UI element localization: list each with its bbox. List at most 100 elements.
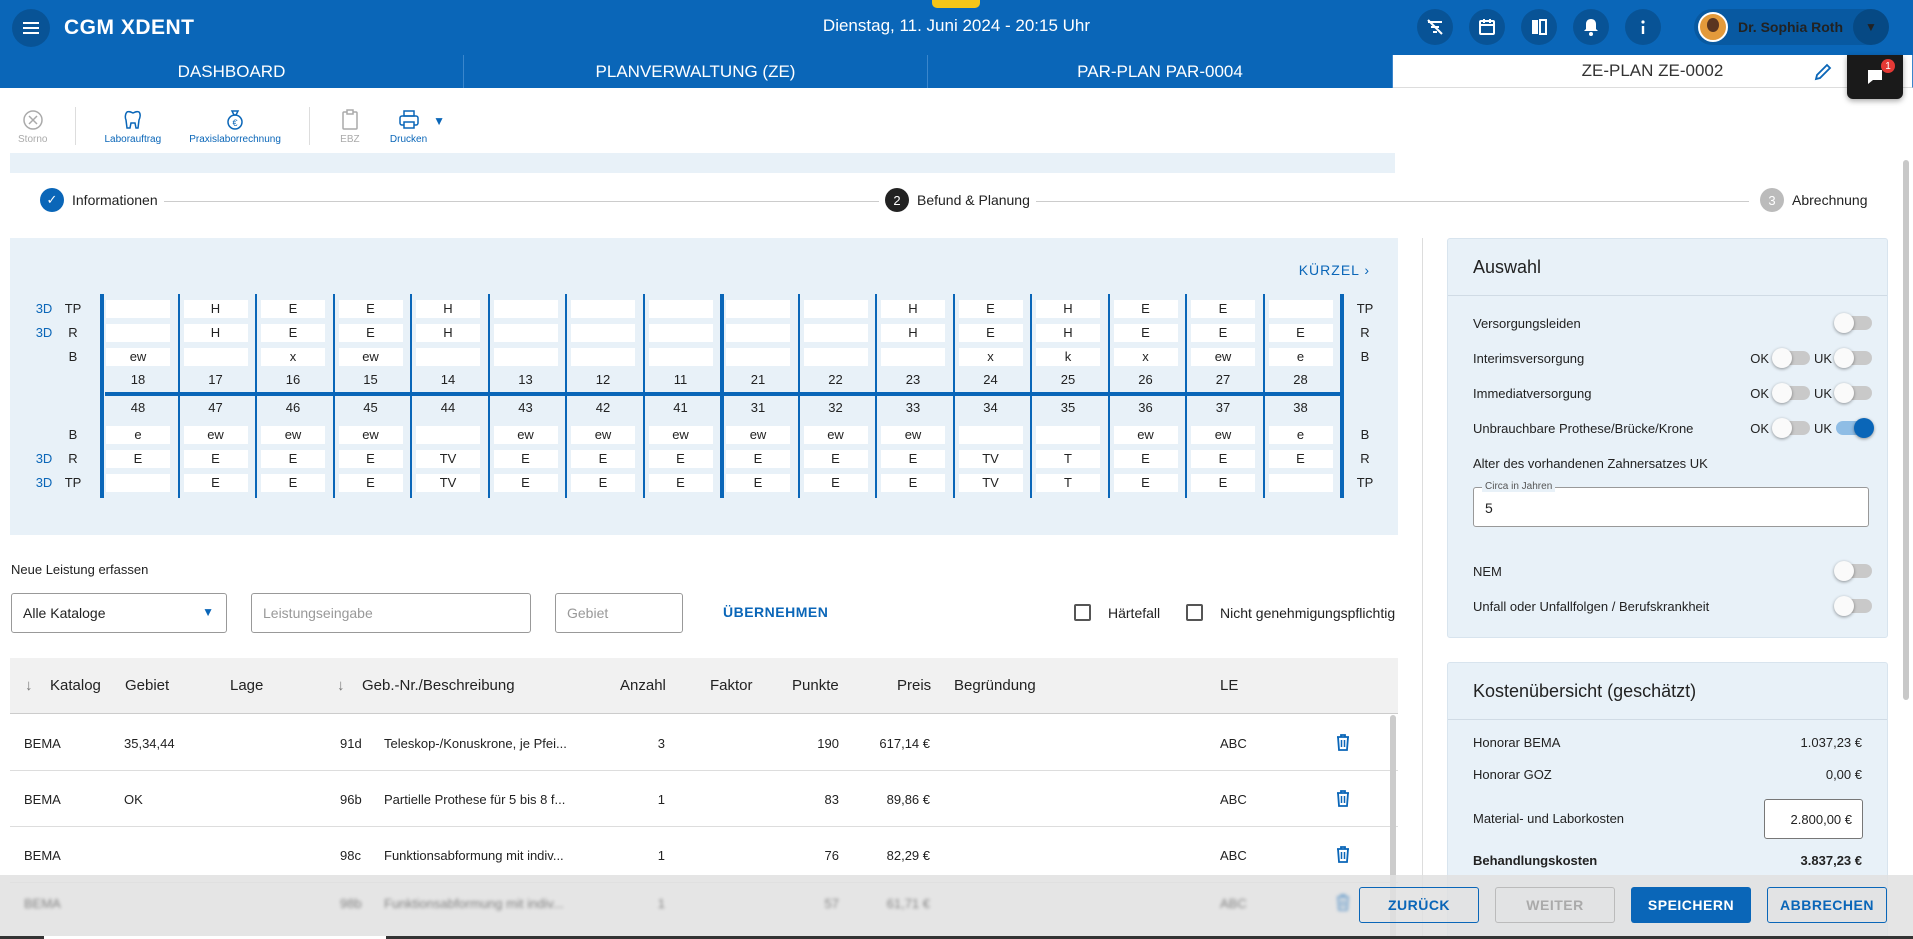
- tooth-cell[interactable]: [958, 426, 1023, 444]
- menu-button[interactable]: [12, 8, 50, 47]
- col-anzahl[interactable]: Anzahl: [620, 677, 666, 694]
- immediat-ok-toggle[interactable]: [1772, 383, 1810, 403]
- drucken-button[interactable]: Drucken: [390, 108, 427, 145]
- circa-jahre-field[interactable]: Circa in Jahren 5: [1473, 481, 1869, 527]
- delete-icon[interactable]: [1333, 892, 1353, 912]
- tooth-cell[interactable]: ew: [1191, 426, 1255, 444]
- step-befund-planung[interactable]: 2 Befund & Planung: [879, 188, 1036, 212]
- tooth-cell[interactable]: E: [571, 450, 635, 468]
- tooth-cell[interactable]: ew: [803, 426, 868, 444]
- tooth-number[interactable]: 36: [1114, 400, 1178, 415]
- tooth-cell[interactable]: E: [803, 474, 868, 492]
- user-menu[interactable]: Dr. Sophia Roth ▼: [1694, 9, 1889, 45]
- tooth-number[interactable]: 15: [339, 372, 403, 387]
- nem-toggle[interactable]: [1834, 561, 1872, 581]
- tooth-cell[interactable]: ew: [1113, 426, 1178, 444]
- tooth-number[interactable]: 12: [571, 372, 635, 387]
- versorgungsleiden-toggle[interactable]: [1834, 313, 1872, 333]
- pencil-icon[interactable]: [1812, 61, 1834, 83]
- info-button[interactable]: [1625, 9, 1661, 45]
- tooth-cell[interactable]: E: [648, 450, 713, 468]
- tooth-cell[interactable]: E: [1268, 450, 1333, 468]
- tooth-number[interactable]: 35: [1036, 400, 1100, 415]
- tooth-cell[interactable]: E: [958, 324, 1023, 342]
- tooth-number[interactable]: 43: [494, 400, 558, 415]
- tooth-number[interactable]: 38: [1269, 400, 1333, 415]
- unfall-toggle[interactable]: [1834, 596, 1872, 616]
- tab-planverwaltung[interactable]: PLANVERWALTUNG (ZE): [464, 55, 928, 88]
- tooth-number[interactable]: 25: [1036, 372, 1100, 387]
- gebiet-input[interactable]: Gebiet: [555, 593, 683, 633]
- tooth-cell[interactable]: [493, 324, 558, 342]
- tooth-cell[interactable]: ew: [1191, 348, 1255, 366]
- calendar-button[interactable]: [1469, 9, 1505, 45]
- tooth-number[interactable]: 37: [1191, 400, 1255, 415]
- tooth-cell[interactable]: [1036, 426, 1100, 444]
- tooth-cell[interactable]: E: [261, 300, 325, 318]
- tooth-number[interactable]: 46: [261, 400, 325, 415]
- tooth-cell[interactable]: E: [1191, 450, 1255, 468]
- tooth-cell[interactable]: [106, 474, 170, 492]
- tooth-number[interactable]: 16: [261, 372, 325, 387]
- tooth-cell[interactable]: ew: [183, 426, 248, 444]
- tooth-cell[interactable]: [106, 324, 170, 342]
- tooth-cell[interactable]: E: [261, 324, 325, 342]
- tooth-cell[interactable]: ew: [571, 426, 635, 444]
- tooth-cell[interactable]: TV: [958, 450, 1023, 468]
- tooth-cell[interactable]: [183, 348, 248, 366]
- tooth-number[interactable]: 22: [804, 372, 868, 387]
- kuerzel-link[interactable]: KÜRZEL ›: [1299, 262, 1370, 278]
- tooth-cell[interactable]: E: [183, 474, 248, 492]
- tooth-number[interactable]: 42: [571, 400, 635, 415]
- tooth-cell[interactable]: E: [1113, 474, 1178, 492]
- tooth-number[interactable]: 31: [726, 400, 790, 415]
- tooth-cell[interactable]: [726, 324, 790, 342]
- delete-icon[interactable]: [1333, 732, 1353, 752]
- tooth-cell[interactable]: E: [338, 324, 403, 342]
- tooth-cell[interactable]: E: [726, 450, 790, 468]
- leistung-input[interactable]: Leistungseingabe: [251, 593, 531, 633]
- tooth-cell[interactable]: E: [261, 450, 325, 468]
- weiter-button[interactable]: WEITER: [1495, 887, 1615, 923]
- table-row[interactable]: BEMA OK 96b Partielle Prothese für 5 bis 8 …: [10, 771, 1398, 827]
- col-gebiet[interactable]: Gebiet: [125, 677, 169, 694]
- tooth-cell[interactable]: E: [648, 474, 713, 492]
- tooth-number[interactable]: 13: [494, 372, 558, 387]
- tooth-cell[interactable]: H: [1036, 324, 1100, 342]
- tooth-number[interactable]: 24: [959, 372, 1023, 387]
- label-3d[interactable]: 3D: [32, 301, 56, 316]
- col-begruendung[interactable]: Begründung: [954, 677, 1036, 694]
- tooth-number[interactable]: 26: [1114, 372, 1178, 387]
- tooth-cell[interactable]: ew: [261, 426, 325, 444]
- zurueck-button[interactable]: ZURÜCK: [1359, 887, 1479, 923]
- material-input[interactable]: 2.800,00 €: [1764, 799, 1863, 839]
- tooth-number[interactable]: 41: [649, 400, 713, 415]
- tooth-cell[interactable]: e: [106, 426, 170, 444]
- tooth-cell[interactable]: H: [1036, 300, 1100, 318]
- tooth-cell[interactable]: E: [1113, 324, 1178, 342]
- tooth-cell[interactable]: [1268, 474, 1333, 492]
- storno-button[interactable]: Storno: [18, 108, 47, 145]
- ebz-button[interactable]: EBZ: [338, 108, 362, 145]
- tooth-cell[interactable]: E: [803, 450, 868, 468]
- tooth-cell[interactable]: E: [338, 300, 403, 318]
- tooth-cell[interactable]: [648, 300, 713, 318]
- unbrauchbare-ok-toggle[interactable]: [1772, 418, 1810, 438]
- col-preis[interactable]: Preis: [897, 677, 931, 694]
- chat-button[interactable]: 1: [1847, 55, 1903, 99]
- tooth-cell[interactable]: e: [1268, 426, 1333, 444]
- tooth-cell[interactable]: [803, 348, 868, 366]
- immediat-uk-toggle[interactable]: [1834, 383, 1872, 403]
- col-faktor[interactable]: Faktor: [710, 677, 753, 694]
- tooth-cell[interactable]: [571, 348, 635, 366]
- tooth-cell[interactable]: [726, 300, 790, 318]
- tooth-cell[interactable]: E: [1113, 300, 1178, 318]
- tooth-cell[interactable]: H: [183, 324, 248, 342]
- sort-icon[interactable]: ↓: [25, 677, 33, 694]
- tooth-number[interactable]: 27: [1191, 372, 1255, 387]
- tooth-cell[interactable]: E: [183, 450, 248, 468]
- tooth-number[interactable]: 48: [106, 400, 170, 415]
- tooth-cell[interactable]: e: [1268, 348, 1333, 366]
- tooth-cell[interactable]: [571, 300, 635, 318]
- tooth-number[interactable]: 11: [649, 372, 713, 387]
